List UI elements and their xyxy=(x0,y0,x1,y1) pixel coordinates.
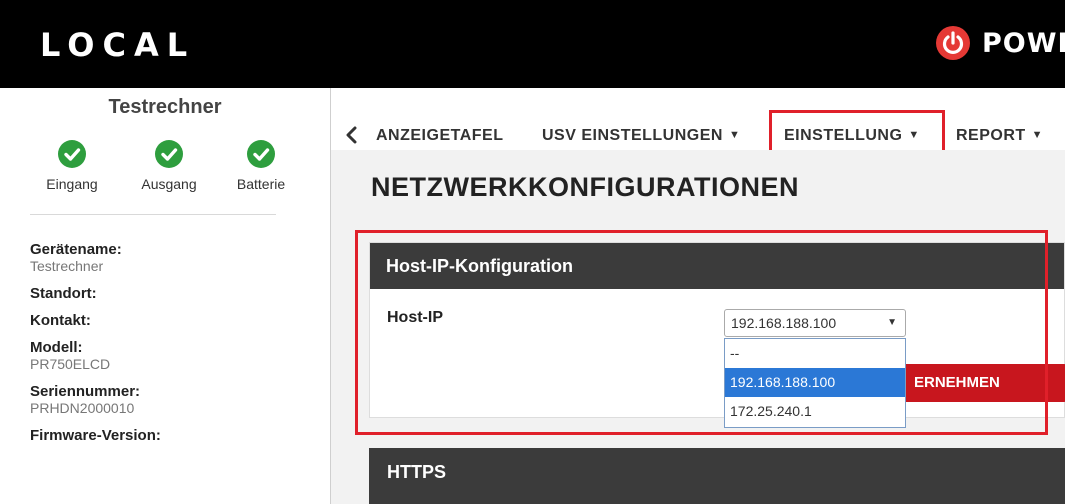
info-key: Firmware-Version: xyxy=(30,427,161,444)
nav-item-report[interactable]: REPORT ▼ xyxy=(956,127,1043,145)
status-label: Batterie xyxy=(236,176,286,192)
caret-down-icon: ▼ xyxy=(728,129,741,141)
nav-item-dashboard[interactable]: ANZEIGETAFEL xyxy=(376,127,503,145)
info-key: Modell: xyxy=(30,339,83,356)
sidebar: Testrechner Eingang Ausgang Batterie Ger… xyxy=(0,88,331,504)
brand-logo: POWE xyxy=(936,26,1065,60)
panel-header: HTTPS xyxy=(387,462,447,482)
info-value: PR750ELCD xyxy=(30,356,111,372)
device-title: Testrechner xyxy=(108,96,222,118)
status-label: Eingang xyxy=(46,176,98,192)
info-value: Testrechner xyxy=(30,258,104,274)
https-panel: HTTPS xyxy=(369,448,1065,504)
check-circle-icon xyxy=(58,140,86,168)
top-bar: LOCAL POWE xyxy=(0,0,1065,88)
check-circle-icon xyxy=(247,140,275,168)
info-contact: Kontakt: xyxy=(30,312,320,329)
info-value: PRHDN2000010 xyxy=(30,400,135,416)
device-info-list: Gerätename: Testrechner Standort: Kontak… xyxy=(30,241,320,454)
info-serial: Seriennummer: PRHDN2000010 xyxy=(30,383,320,417)
nav-item-ups-settings[interactable]: USV EINSTELLUNGEN ▼ xyxy=(542,127,740,145)
nav-item-label: REPORT xyxy=(956,127,1026,144)
chevron-left-icon[interactable] xyxy=(345,126,359,150)
power-icon xyxy=(936,26,970,60)
info-location: Standort: xyxy=(30,285,320,302)
brand-name: POWE xyxy=(982,27,1065,59)
page-title: NETZWERKKONFIGURATIONEN xyxy=(371,172,799,202)
caret-down-icon: ▼ xyxy=(1031,129,1044,141)
status-input: Eingang xyxy=(36,140,108,192)
status-battery: Batterie xyxy=(220,140,302,192)
info-model: Modell: PR750ELCD xyxy=(30,339,320,373)
nav-item-label: ANZEIGETAFEL xyxy=(376,127,504,144)
status-label: Ausgang xyxy=(141,176,197,192)
info-key: Standort: xyxy=(30,285,97,302)
info-key: Seriennummer: xyxy=(30,383,141,400)
annotation-highlight-host-ip xyxy=(355,230,1048,435)
info-key: Kontakt: xyxy=(30,312,91,329)
info-firmware: Firmware-Version: xyxy=(30,427,320,444)
nav-item-label: USV EINSTELLUNGEN xyxy=(542,127,723,144)
annotation-highlight-settings xyxy=(769,110,945,154)
divider xyxy=(30,214,276,215)
info-key: Gerätename: xyxy=(30,241,122,258)
info-device-name: Gerätename: Testrechner xyxy=(30,241,320,275)
app-logo: LOCAL xyxy=(40,26,196,64)
status-row: Eingang Ausgang Batterie xyxy=(36,140,302,192)
status-output: Ausgang xyxy=(128,140,210,192)
check-circle-icon xyxy=(155,140,183,168)
